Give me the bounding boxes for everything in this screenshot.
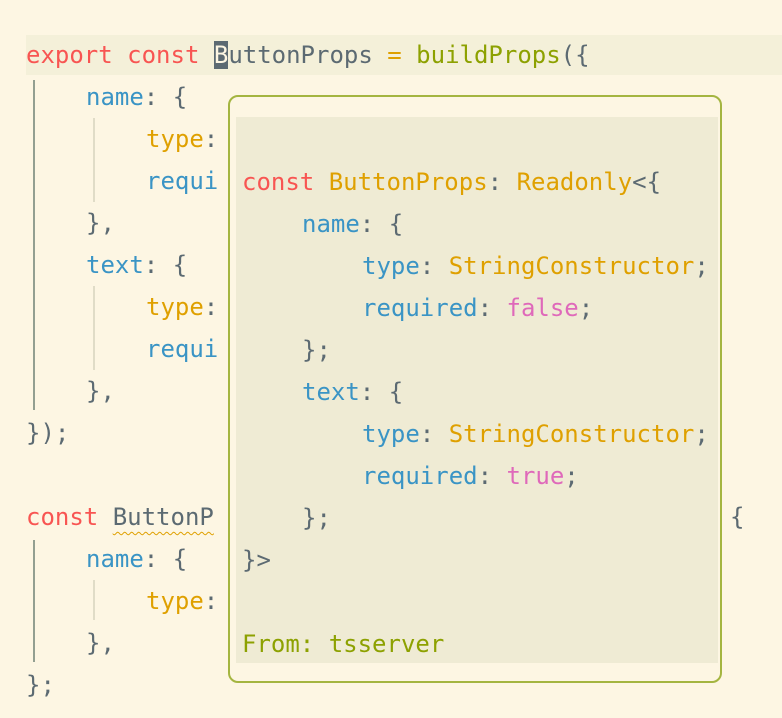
punctuation: : { [143, 83, 188, 111]
code-line-3: type: [146, 118, 218, 160]
property-name: type [362, 252, 420, 280]
punctuation: }> [242, 546, 271, 574]
punctuation: ; [694, 420, 709, 448]
property-name: required [362, 462, 478, 490]
indent-guide [33, 540, 35, 662]
punctuation: : { [143, 251, 188, 279]
hover-source-label: From: tsserver [242, 630, 445, 658]
code-line-9: }, [86, 370, 115, 412]
hover-line-6: text: { [302, 371, 403, 413]
punctuation: }; [302, 504, 331, 532]
keyword-const: const [127, 41, 200, 69]
punctuation: : [419, 420, 435, 448]
hover-line-2: name: { [302, 203, 403, 245]
property-name: text [302, 378, 360, 406]
punctuation: ; [578, 294, 594, 322]
code-line-16: }; [26, 664, 55, 706]
hover-line-1: const ButtonProps: Readonly<{ [242, 161, 661, 203]
boolean-literal: true [506, 462, 565, 490]
property-name: requi [146, 335, 219, 363]
punctuation: ; [694, 252, 709, 280]
type-name: ButtonProps [328, 168, 488, 196]
punctuation: { [730, 503, 745, 531]
punctuation: : { [359, 378, 404, 406]
code-line-10: }); [26, 412, 69, 454]
hover-line-5: }; [302, 329, 331, 371]
punctuation: }, [86, 209, 115, 237]
property-name: requi [146, 167, 219, 195]
punctuation: <{ [632, 168, 662, 196]
text-cursor: B [213, 41, 229, 69]
punctuation: }, [86, 377, 115, 405]
indent-guide [93, 580, 95, 620]
punctuation: }; [26, 671, 55, 699]
punctuation: : [419, 252, 435, 280]
hover-line-3: type: StringConstructor; [362, 245, 709, 287]
code-editor[interactable]: export const ButtonProps = buildProps({ … [0, 0, 782, 718]
punctuation: }; [302, 336, 331, 364]
code-line-5: }, [86, 202, 115, 244]
identifier-with-warning: ButtonP [112, 503, 214, 531]
punctuation: : [203, 587, 219, 615]
hover-line-10: }> [242, 539, 271, 581]
punctuation: }, [86, 629, 115, 657]
code-line-12-tail: { [730, 496, 744, 538]
property-name: type [146, 293, 204, 321]
hover-line-9: }; [302, 497, 331, 539]
punctuation: : [203, 293, 219, 321]
code-line-14: type: [146, 580, 218, 622]
property-name: name [86, 545, 144, 573]
indent-guide [93, 286, 95, 370]
hover-line-8: required: true; [362, 455, 579, 497]
operator: = [387, 41, 402, 69]
type-name: StringConstructor [448, 252, 695, 280]
code-line-12: const ButtonP [26, 496, 214, 538]
property-name: type [146, 125, 204, 153]
property-name: type [362, 420, 420, 448]
punctuation: : [203, 125, 219, 153]
property-name: text [86, 251, 144, 279]
code-line-7: type: [146, 286, 218, 328]
punctuation: : [477, 462, 493, 490]
code-line-1: export const ButtonProps = buildProps({ [26, 34, 590, 76]
property-name: name [86, 83, 144, 111]
property-name: name [302, 210, 360, 238]
punctuation: ; [564, 462, 579, 490]
indent-guide [93, 118, 95, 202]
code-line-8: requi [146, 328, 218, 370]
code-line-6: text: { [86, 244, 187, 286]
punctuation: ({ [560, 41, 590, 69]
type-name: StringConstructor [448, 420, 695, 448]
boolean-literal: false [506, 294, 579, 322]
hover-documentation-popup[interactable]: const ButtonProps: Readonly<{ name: { ty… [228, 95, 722, 683]
punctuation: }); [26, 419, 70, 447]
code-line-4: requi [146, 160, 218, 202]
punctuation: : [477, 294, 493, 322]
hover-content: const ButtonProps: Readonly<{ name: { ty… [236, 117, 718, 663]
punctuation: : { [143, 545, 188, 573]
code-line-2: name: { [86, 76, 187, 118]
code-line-13: name: { [86, 538, 187, 580]
punctuation: : [487, 168, 503, 196]
keyword-const: const [26, 503, 99, 531]
indent-guide [33, 80, 35, 410]
identifier: uttonProps [228, 41, 373, 69]
hover-line-4: required: false; [362, 287, 593, 329]
type-name: Readonly [516, 168, 633, 196]
function-name: buildProps [416, 41, 561, 69]
hover-line-7: type: StringConstructor; [362, 413, 709, 455]
keyword-export: export [26, 41, 113, 69]
punctuation: : { [359, 210, 404, 238]
property-name: required [362, 294, 478, 322]
keyword-const: const [242, 168, 315, 196]
code-line-15: }, [86, 622, 115, 664]
property-name: type [146, 587, 204, 615]
